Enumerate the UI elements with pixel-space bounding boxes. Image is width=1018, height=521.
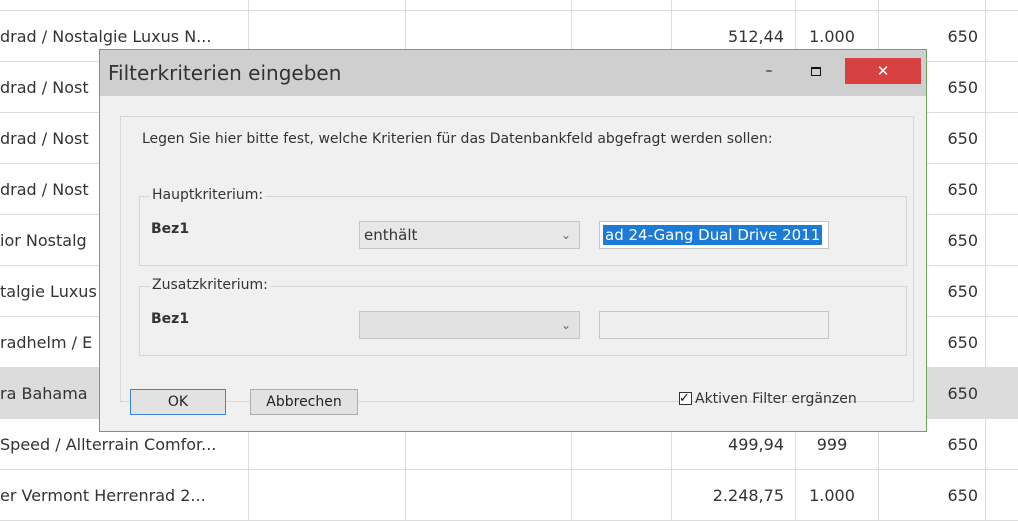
criteria-panel: Legen Sie hier bitte fest, welche Kriter… [120, 116, 914, 402]
main-criterion-label: Hauptkriterium: [150, 187, 266, 203]
column-divider[interactable] [985, 0, 986, 521]
dialog-title: Filterkriterien eingeben [108, 61, 342, 85]
cell-quantity: 1.000 [809, 486, 855, 505]
maximize-button[interactable] [804, 58, 828, 84]
merge-filter-option[interactable]: ✓ Aktiven Filter ergänzen [679, 389, 857, 409]
main-field-name: Bez1 [151, 221, 190, 237]
cancel-button[interactable]: Abbrechen [250, 389, 358, 415]
main-operator-select[interactable]: enthält ⌄ [359, 221, 580, 249]
extra-operator-select[interactable]: ⌄ [359, 311, 580, 339]
cell-value: 650 [947, 486, 978, 505]
checkmark-icon: ✓ [679, 391, 690, 406]
merge-filter-checkbox[interactable]: ✓ [679, 391, 692, 406]
table-row[interactable]: er Vermont Herrenrad 2... 2.248,75 1.000… [0, 470, 1018, 521]
main-value-input[interactable]: ad 24-Gang Dual Drive 2011 [599, 221, 829, 249]
maximize-icon [811, 66, 821, 76]
main-value-text: ad 24-Gang Dual Drive 2011 [603, 225, 823, 245]
dialog-titlebar[interactable]: Filterkriterien eingeben – ✕ [100, 50, 926, 96]
table-row-partial [0, 0, 1018, 11]
minimize-icon: – [765, 63, 773, 79]
extra-criterion-label: Zusatzkriterium: [150, 277, 270, 293]
extra-value-input[interactable] [599, 311, 829, 339]
chevron-down-icon: ⌄ [560, 318, 571, 332]
close-icon: ✕ [876, 62, 890, 80]
main-operator-value: enthält [364, 226, 418, 244]
merge-filter-label: Aktiven Filter ergänzen [695, 391, 857, 407]
ok-button[interactable]: OK [130, 389, 226, 415]
extra-criterion-group: Zusatzkriterium: Bez1 ⌄ [139, 277, 907, 356]
intro-text: Legen Sie hier bitte fest, welche Kriter… [142, 131, 773, 147]
cell-price: 2.248,75 [712, 486, 784, 505]
close-button[interactable]: ✕ [845, 58, 921, 84]
filter-dialog: Filterkriterien eingeben – ✕ Legen Sie h… [99, 49, 927, 432]
chevron-down-icon: ⌄ [560, 228, 571, 242]
cell-description: er Vermont Herrenrad 2... [0, 486, 206, 505]
minimize-button[interactable]: – [757, 58, 781, 84]
main-criterion-group: Hauptkriterium: Bez1 enthält ⌄ ad 24-Gan… [139, 187, 907, 266]
extra-field-name: Bez1 [151, 311, 190, 327]
